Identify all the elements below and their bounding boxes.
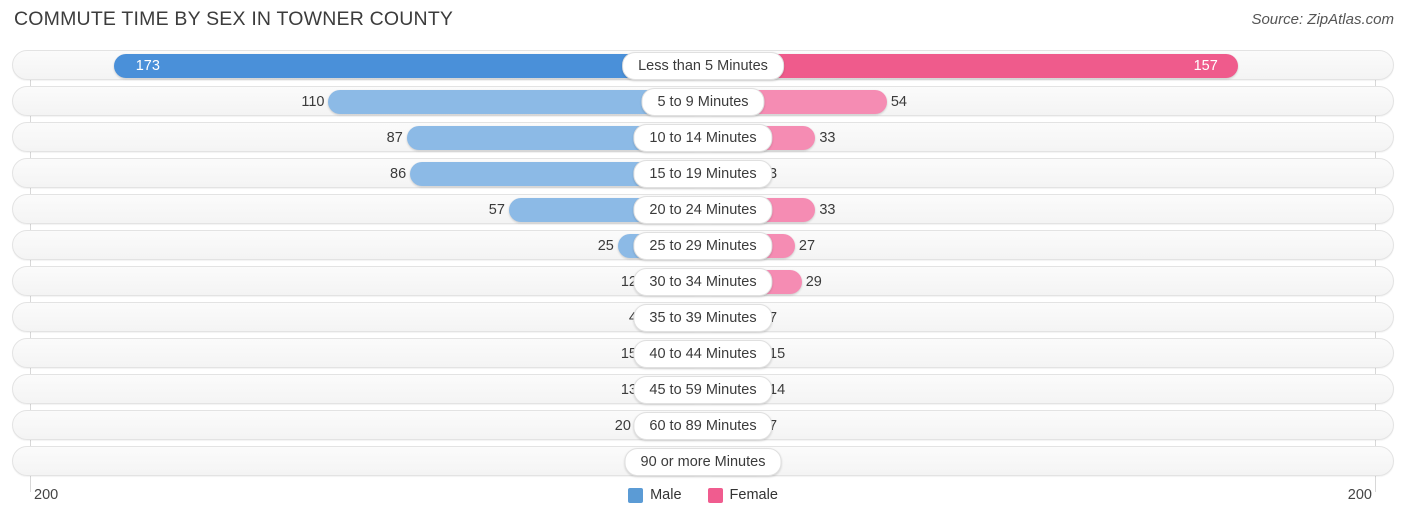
- female-value-label: 27: [798, 238, 816, 254]
- table-row[interactable]: 4735 to 39 Minutes: [12, 302, 1394, 332]
- male-value-label: 110: [301, 94, 325, 110]
- category-label-pill: 60 to 89 Minutes: [633, 412, 773, 440]
- page-title: COMMUTE TIME BY SEX IN TOWNER COUNTY: [14, 8, 454, 30]
- table-row[interactable]: 12 29 30 to 34 Minutes: [12, 266, 1394, 296]
- male-value-label: 173: [135, 58, 160, 74]
- table-row[interactable]: 0790 or more Minutes: [12, 446, 1394, 476]
- male-bar[interactable]: [113, 54, 703, 78]
- row-inner: 0790 or more Minutes: [13, 447, 1393, 476]
- row-inner: 4735 to 39 Minutes: [13, 303, 1393, 332]
- category-label-pill: Less than 5 Minutes: [622, 52, 784, 80]
- table-row[interactable]: 173 157 Less than 5 Minutes: [12, 50, 1394, 80]
- male-value-label: 87: [386, 130, 403, 146]
- category-label-pill: 25 to 29 Minutes: [633, 232, 773, 260]
- plot-area: 173 157 Less than 5 Minutes 110 54 5 to 9 Min…: [12, 50, 1394, 492]
- male-value-label: 25: [597, 238, 614, 254]
- female-value-label: 54: [890, 94, 907, 110]
- legend-label: Female: [729, 487, 778, 503]
- female-value-label: 33: [819, 130, 836, 146]
- category-label-pill: 40 to 44 Minutes: [633, 340, 773, 368]
- table-row[interactable]: 13 14 45 to 59 Minutes: [12, 374, 1394, 404]
- table-row[interactable]: 20 7 60 to 89 Minutes: [12, 410, 1394, 440]
- category-label-pill: 35 to 39 Minutes: [633, 304, 773, 332]
- legend-item-female[interactable]: Female: [707, 487, 778, 503]
- table-row[interactable]: 15 15 40 to 44 Minutes: [12, 338, 1394, 368]
- legend-label: Male: [650, 487, 682, 503]
- category-label-pill: 30 to 34 Minutes: [633, 268, 773, 296]
- male-value-label: 86: [390, 166, 407, 182]
- legend-item-male[interactable]: Male: [628, 487, 682, 503]
- category-label-pill: 5 to 9 Minutes: [641, 88, 765, 116]
- legend-swatch-icon: [707, 487, 723, 503]
- row-inner: 25 27 25 to 29 Minutes: [13, 231, 1393, 260]
- category-label-pill: 20 to 24 Minutes: [633, 196, 773, 224]
- category-label-pill: 10 to 14 Minutes: [633, 124, 773, 152]
- row-inner: 20 7 60 to 89 Minutes: [13, 411, 1393, 440]
- category-label-pill: 90 or more Minutes: [624, 448, 782, 476]
- row-inner: 87 33 10 to 14 Minutes: [13, 123, 1393, 152]
- row-inner: 110 54 5 to 9 Minutes: [13, 87, 1393, 116]
- female-value-label: 157: [1193, 58, 1218, 74]
- source-attribution: Source: ZipAtlas.com: [1251, 11, 1394, 28]
- table-row[interactable]: 87 33 10 to 14 Minutes: [12, 122, 1394, 152]
- table-row[interactable]: 25 27 25 to 29 Minutes: [12, 230, 1394, 260]
- category-label-pill: 15 to 19 Minutes: [633, 160, 773, 188]
- category-label-pill: 45 to 59 Minutes: [633, 376, 773, 404]
- row-inner: 15 15 40 to 44 Minutes: [13, 339, 1393, 368]
- chart-container: COMMUTE TIME BY SEX IN TOWNER COUNTY Sou…: [0, 0, 1406, 523]
- table-row[interactable]: 110 54 5 to 9 Minutes: [12, 86, 1394, 116]
- table-row[interactable]: 86 3 15 to 19 Minutes: [12, 158, 1394, 188]
- legend-swatch-icon: [628, 487, 644, 503]
- row-inner: 12 29 30 to 34 Minutes: [13, 267, 1393, 296]
- chart-legend: Male Female: [0, 487, 1406, 503]
- male-value-label: 57: [488, 202, 505, 218]
- female-value-label: 29: [805, 274, 822, 290]
- row-inner: 86 3 15 to 19 Minutes: [13, 159, 1393, 188]
- male-value-label: 20: [614, 418, 631, 434]
- table-row[interactable]: 57 33 20 to 24 Minutes: [12, 194, 1394, 224]
- row-inner: 57 33 20 to 24 Minutes: [13, 195, 1393, 224]
- female-value-label: 33: [819, 202, 836, 218]
- row-inner: 173 157 Less than 5 Minutes: [13, 51, 1393, 80]
- row-inner: 13 14 45 to 59 Minutes: [13, 375, 1393, 404]
